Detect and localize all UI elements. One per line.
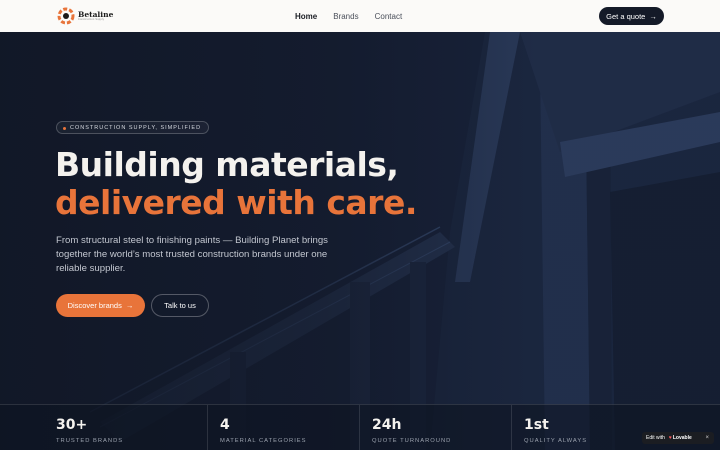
stat-label: QUALITY ALWAYS <box>524 438 588 444</box>
badge-prefix: Edit with <box>646 435 665 441</box>
nav-brands[interactable]: Brands <box>333 12 358 21</box>
hero-title-line-2: delivered with care. <box>55 183 417 222</box>
heart-icon: ♥ <box>668 435 672 441</box>
stat-label: QUOTE TURNAROUND <box>372 438 452 444</box>
talk-to-us-label: Talk to us <box>164 301 196 310</box>
nav-contact[interactable]: Contact <box>375 12 403 21</box>
hero-subtitle: From structural steel to finishing paint… <box>56 235 328 274</box>
stat-value: 30+ <box>56 417 88 433</box>
talk-to-us-button[interactable]: Talk to us <box>151 294 209 317</box>
hero-tag-text: CONSTRUCTION SUPPLY, SIMPLIFIED <box>70 124 202 131</box>
stat-value: 4 <box>220 417 230 433</box>
logo[interactable]: Betaline Construction Supply <box>56 6 113 26</box>
edit-with-lovable-badge[interactable]: Edit with ♥ Lovable × <box>642 432 714 444</box>
get-quote-button[interactable]: Get a quote → <box>599 7 664 25</box>
close-icon[interactable]: × <box>705 435 709 441</box>
logo-name: Betaline <box>78 9 114 19</box>
hero-title-line-1: Building materials, <box>55 145 399 184</box>
get-quote-label: Get a quote <box>606 11 646 21</box>
discover-brands-button[interactable]: Discover brands → <box>56 294 145 317</box>
stat-value: 24h <box>372 417 402 433</box>
stat-value: 1st <box>524 417 549 433</box>
arrow-right-icon: → <box>649 11 657 21</box>
dot-icon <box>63 126 66 130</box>
discover-brands-label: Discover brands <box>67 301 122 310</box>
gear-logo-icon <box>57 7 75 25</box>
badge-brand: Lovable <box>672 435 692 441</box>
main-nav: Home Brands Contact <box>295 0 418 32</box>
stats-bar: 30+ TRUSTED BRANDS 4 MATERIAL CATEGORIES… <box>0 404 720 450</box>
stat-label: MATERIAL CATEGORIES <box>220 438 307 444</box>
logo-tagline: Construction Supply <box>78 18 105 21</box>
stat-divider <box>207 405 208 450</box>
stat-divider <box>359 405 360 450</box>
stat-label: TRUSTED BRANDS <box>56 438 124 444</box>
stat-divider <box>511 405 512 450</box>
nav-home[interactable]: Home <box>295 12 317 21</box>
hero-section: CONSTRUCTION SUPPLY, SIMPLIFIED Building… <box>0 32 720 450</box>
logo-text: Betaline Construction Supply <box>78 9 114 22</box>
hero-tag-pill: CONSTRUCTION SUPPLY, SIMPLIFIED <box>56 121 210 134</box>
arrow-right-icon: → <box>125 301 134 310</box>
site-header: Betaline Construction Supply Home Brands… <box>0 0 720 32</box>
